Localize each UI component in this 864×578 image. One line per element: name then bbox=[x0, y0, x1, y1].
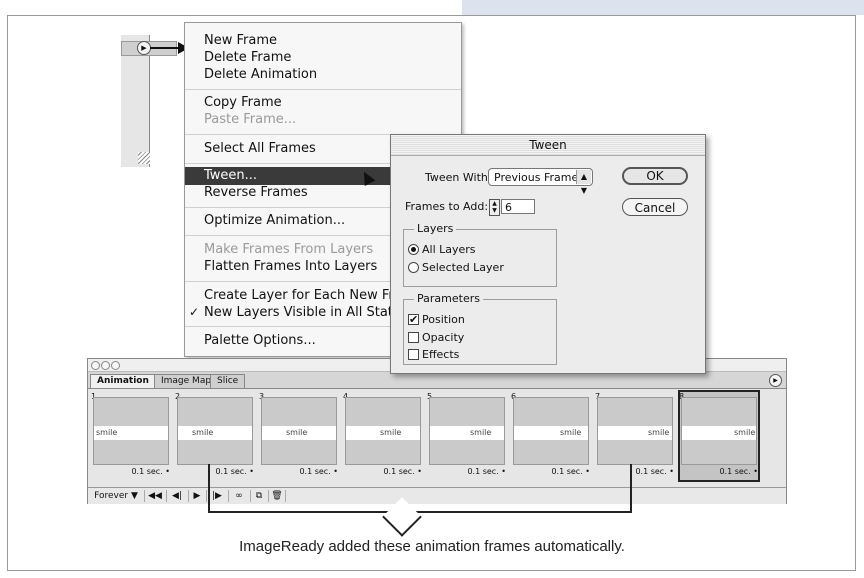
tween-dialog: Tween Tween With: Previous Frame ▲ ▼ OK F… bbox=[390, 134, 706, 374]
dialog-title: Tween bbox=[391, 135, 705, 156]
frame-thumb-text: smile bbox=[648, 428, 670, 437]
menu-item-flatten-frames-into-layers[interactable]: Flatten Frames Into Layers bbox=[204, 259, 377, 274]
cancel-button[interactable]: Cancel bbox=[622, 198, 688, 216]
all-layers-radio[interactable] bbox=[408, 244, 419, 255]
menu-item-delete-animation[interactable]: Delete Animation bbox=[204, 67, 317, 82]
trash-icon[interactable]: 🗑 bbox=[268, 490, 286, 502]
menu-item-optimize-animation[interactable]: Optimize Animation... bbox=[204, 213, 345, 228]
frame-cell-selected[interactable]: 8 smile 0.1 sec. • bbox=[678, 390, 760, 482]
frame-delay[interactable]: 0.1 sec. • bbox=[342, 467, 422, 476]
menu-item-create-layer-for-each-new-frame[interactable]: Create Layer for Each New Fra bbox=[204, 288, 402, 303]
tween-with-label: Tween With: bbox=[425, 171, 492, 184]
palette-menu-button-icon[interactable]: ▶ bbox=[769, 374, 782, 387]
tween-icon[interactable]: ∞ bbox=[228, 490, 249, 502]
frame-cell[interactable]: 5 smile 0.1 sec. • bbox=[426, 390, 508, 482]
frame-thumb-text: smile bbox=[734, 428, 756, 437]
tab-image-map[interactable]: Image Map bbox=[154, 374, 219, 388]
frame-thumbnail: smile bbox=[513, 397, 589, 465]
menu-item-reverse-frames[interactable]: Reverse Frames bbox=[204, 185, 308, 200]
menu-item-tween[interactable]: Tween... bbox=[204, 168, 257, 183]
effects-checkbox[interactable] bbox=[408, 349, 419, 360]
minimize-icon[interactable] bbox=[101, 361, 110, 370]
frame-thumb-text: smile bbox=[192, 428, 214, 437]
bracket-bottom bbox=[208, 511, 632, 513]
frame-delay[interactable]: 0.1 sec. • bbox=[258, 467, 338, 476]
frame-thumbnail: smile bbox=[93, 397, 169, 465]
menu-item-select-all-frames[interactable]: Select All Frames bbox=[204, 141, 316, 156]
parameters-group-title: Parameters bbox=[414, 292, 483, 305]
checkmark-icon: ✓ bbox=[189, 305, 200, 319]
frames-to-add-label: Frames to Add: bbox=[405, 200, 489, 213]
menu-item-make-frames-from-layers: Make Frames From Layers bbox=[204, 242, 374, 257]
frame-thumb-text: smile bbox=[470, 428, 492, 437]
frame-delay[interactable]: 0.1 sec. • bbox=[426, 467, 506, 476]
animation-palette: Animation Image Map Slice ▶ 1 smile 0.1 … bbox=[87, 358, 787, 504]
selected-layer-label: Selected Layer bbox=[422, 261, 504, 274]
frame-thumb-text: smile bbox=[96, 428, 118, 437]
zoom-icon[interactable] bbox=[111, 361, 120, 370]
all-layers-label: All Layers bbox=[422, 243, 476, 256]
frame-cell[interactable]: 3 smile 0.1 sec. • bbox=[258, 390, 340, 482]
callout-arrow-line bbox=[150, 47, 180, 49]
frame-delay[interactable]: 0.1 sec. • bbox=[594, 467, 674, 476]
opacity-checkbox[interactable] bbox=[408, 332, 419, 343]
menu-item-new-layers-visible[interactable]: New Layers Visible in All States bbox=[204, 305, 408, 320]
tab-animation[interactable]: Animation bbox=[90, 374, 156, 388]
duplicate-frame-icon[interactable]: ⧉ bbox=[250, 490, 267, 502]
menu-item-copy-frame[interactable]: Copy Frame bbox=[204, 95, 282, 110]
tween-with-select[interactable]: Previous Frame ▲ ▼ bbox=[488, 168, 593, 195]
frame-thumbnail: smile bbox=[429, 397, 505, 465]
frame-thumbnail: smile bbox=[597, 397, 673, 465]
menu-item-new-frame[interactable]: New Frame bbox=[204, 33, 277, 48]
frame-delay[interactable]: 0.1 sec. • bbox=[510, 467, 590, 476]
frame-thumbnail: smile bbox=[681, 397, 757, 465]
position-checkbox[interactable]: ✔ bbox=[408, 314, 419, 325]
frame-cell[interactable]: 7 smile 0.1 sec. • bbox=[594, 390, 676, 482]
palette-menu-arrow-icon[interactable]: ▶ bbox=[137, 41, 151, 55]
stepper-arrows-icon: ▲ ▼ bbox=[576, 170, 591, 195]
close-icon[interactable] bbox=[91, 361, 100, 370]
ok-button[interactable]: OK bbox=[622, 167, 688, 185]
tween-with-value: Previous Frame bbox=[494, 171, 579, 184]
frame-cell[interactable]: 1 smile 0.1 sec. • bbox=[90, 390, 172, 482]
bracket-right bbox=[630, 464, 632, 513]
parameters-group: Parameters ✔ Position Opacity Effects bbox=[403, 292, 557, 365]
frame-cell[interactable]: 2 smile 0.1 sec. • bbox=[174, 390, 256, 482]
play-icon[interactable]: ▶ bbox=[188, 490, 205, 502]
frame-delay[interactable]: 0.1 sec. • bbox=[678, 467, 758, 476]
frame-thumb-text: smile bbox=[286, 428, 308, 437]
layers-group-title: Layers bbox=[414, 222, 457, 235]
frame-thumbnail: smile bbox=[345, 397, 421, 465]
first-frame-icon[interactable]: ◀◀ bbox=[144, 490, 165, 502]
top-accent-bar bbox=[462, 0, 864, 15]
resize-grip-icon[interactable] bbox=[138, 152, 150, 164]
figure-caption: ImageReady added these animation frames … bbox=[239, 538, 625, 555]
previous-frame-icon[interactable]: ◀| bbox=[166, 490, 187, 502]
tab-slice[interactable]: Slice bbox=[210, 374, 246, 388]
opacity-label: Opacity bbox=[422, 331, 465, 344]
frames-stepper-icon[interactable]: ▲ ▼ bbox=[489, 199, 500, 216]
effects-label: Effects bbox=[422, 348, 460, 361]
menu-item-delete-frame[interactable]: Delete Frame bbox=[204, 50, 291, 65]
loop-select[interactable]: Forever ▼ bbox=[90, 490, 142, 502]
frame-delay[interactable]: 0.1 sec. • bbox=[174, 467, 254, 476]
bracket-left bbox=[208, 464, 210, 513]
frame-thumbnail: smile bbox=[261, 397, 337, 465]
palette-tabbar: Animation Image Map Slice ▶ bbox=[88, 372, 786, 389]
menu-item-paste-frame: Paste Frame... bbox=[204, 112, 297, 127]
frame-cell[interactable]: 4 smile 0.1 sec. • bbox=[342, 390, 424, 482]
selected-layer-radio[interactable] bbox=[408, 262, 419, 273]
frames-to-add-input[interactable]: 6 bbox=[501, 199, 535, 214]
frame-delay[interactable]: 0.1 sec. • bbox=[90, 467, 170, 476]
layers-group: Layers All Layers Selected Layer bbox=[403, 222, 557, 287]
position-label: Position bbox=[422, 313, 465, 326]
animation-controls: Forever ▼ ◀◀ ◀| ▶ |▶ ∞ ⧉ 🗑 bbox=[88, 487, 786, 504]
frame-thumb-text: smile bbox=[380, 428, 402, 437]
frame-thumbnail: smile bbox=[177, 397, 253, 465]
menu-item-palette-options[interactable]: Palette Options... bbox=[204, 333, 316, 348]
frame-thumb-text: smile bbox=[560, 428, 582, 437]
frame-cell[interactable]: 6 smile 0.1 sec. • bbox=[510, 390, 592, 482]
menu-separator bbox=[185, 89, 461, 90]
